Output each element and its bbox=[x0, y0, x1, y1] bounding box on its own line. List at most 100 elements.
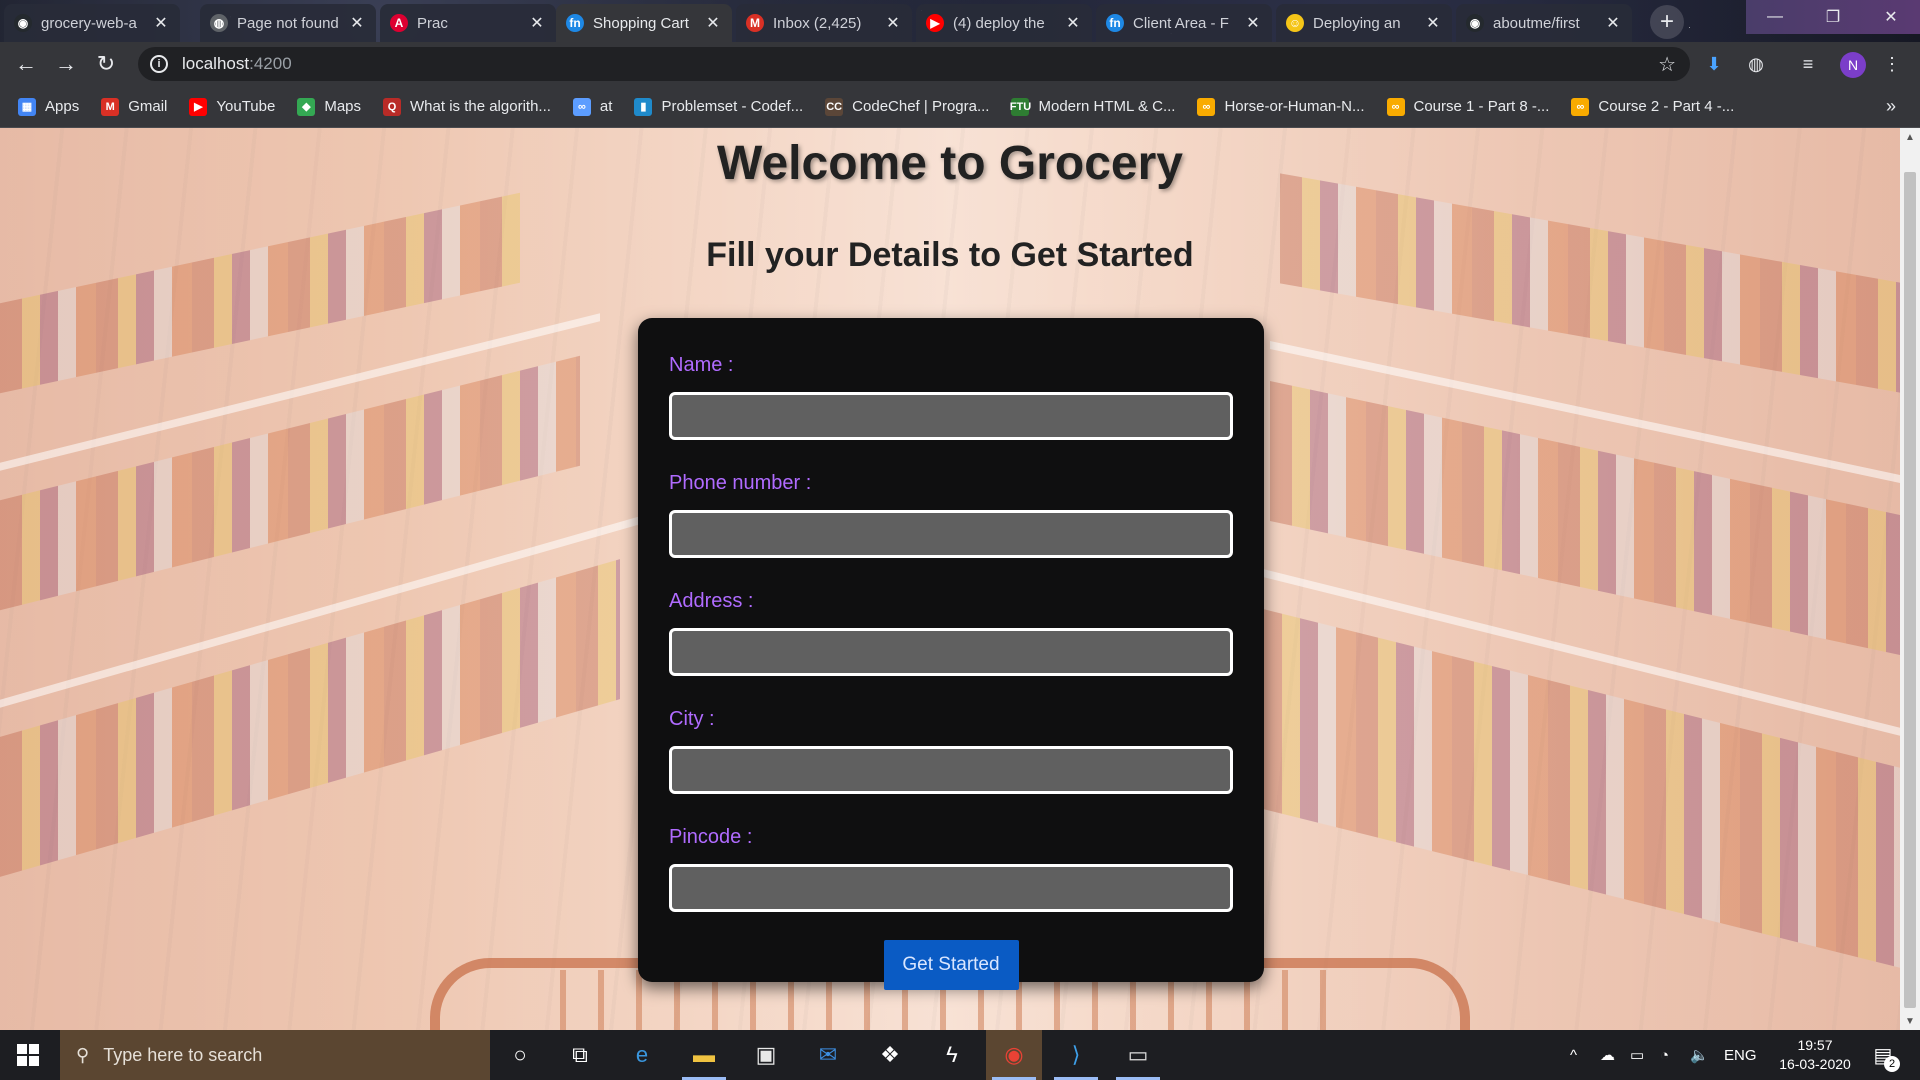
tab-close-icon[interactable]: ✕ bbox=[1064, 13, 1082, 33]
tab-close-icon[interactable]: ✕ bbox=[884, 13, 902, 33]
system-clock[interactable]: 19:57 16-03-2020 bbox=[1760, 1036, 1870, 1074]
page-scrollbar[interactable]: ▲ ▼ bbox=[1900, 128, 1920, 1030]
browser-tab[interactable]: ◉ aboutme/first ✕ bbox=[1456, 4, 1632, 42]
start-button[interactable] bbox=[0, 1030, 56, 1080]
tab-close-icon[interactable]: ✕ bbox=[348, 13, 366, 33]
infinity-icon: ∞ bbox=[572, 97, 591, 116]
tab-close-icon[interactable]: ✕ bbox=[152, 13, 170, 33]
store-icon[interactable]: ▣ bbox=[738, 1030, 794, 1080]
task-view-icon[interactable]: ⧉ bbox=[552, 1030, 608, 1080]
mail-icon[interactable]: ✉ bbox=[800, 1030, 856, 1080]
tray-chevron-icon[interactable]: ^ bbox=[1570, 1030, 1577, 1080]
download-extension-icon[interactable]: ⬇ bbox=[1700, 50, 1728, 78]
bookmarks-bar: ▦ Apps M Gmail ▶ YouTube ◆ Maps Q What is the alg… bbox=[0, 86, 1920, 128]
city-label: City : bbox=[669, 708, 715, 730]
github-icon: ◉ bbox=[14, 14, 32, 32]
browser-tab[interactable]: ◍ Page not found ✕ bbox=[200, 4, 376, 42]
fn-icon: fn bbox=[1106, 14, 1124, 32]
gmail-icon: M bbox=[101, 97, 120, 116]
tab-close-icon[interactable]: ✕ bbox=[1244, 13, 1262, 33]
notification-count-badge: 2 bbox=[1884, 1056, 1900, 1072]
chrome-icon[interactable]: ◉ bbox=[986, 1030, 1042, 1080]
name-input[interactable] bbox=[669, 392, 1233, 440]
address-label: Address : bbox=[669, 590, 754, 612]
bookmark-item[interactable]: M Gmail bbox=[101, 97, 167, 116]
get-started-button[interactable]: Get Started bbox=[883, 940, 1019, 990]
bookmark-label: Course 2 - Part 4 -... bbox=[1598, 98, 1735, 115]
notification-center-icon[interactable]: ▤ 2 bbox=[1868, 1040, 1900, 1072]
address-input[interactable] bbox=[669, 628, 1233, 676]
reload-icon[interactable]: ↻ bbox=[86, 46, 126, 82]
page-viewport: Welcome to Grocery Fill your Details to … bbox=[0, 128, 1900, 1030]
address-bar[interactable]: i localhost:4200 ☆ bbox=[138, 47, 1690, 81]
phone-number-field-group: Phone number : bbox=[669, 470, 1233, 558]
scrollbar-thumb[interactable] bbox=[1904, 172, 1916, 1008]
bookmark-item[interactable]: CC CodeChef | Progra... bbox=[825, 97, 990, 116]
tab-close-icon[interactable]: ✕ bbox=[704, 13, 722, 33]
bookmark-item[interactable]: ▦ Apps bbox=[18, 97, 79, 116]
profile-avatar[interactable]: N bbox=[1840, 52, 1866, 78]
browser-tab[interactable]: ◉ grocery-web-a ✕ bbox=[4, 4, 180, 42]
clock-time: 19:57 bbox=[1797, 1037, 1833, 1053]
city-field-group: City : bbox=[669, 706, 1233, 794]
browser-tab[interactable]: fn Shopping Cart ✕ bbox=[556, 4, 732, 42]
language-indicator[interactable]: ENG bbox=[1724, 1030, 1757, 1080]
cortana-icon[interactable]: ○ bbox=[492, 1030, 548, 1080]
volume-icon[interactable]: 🔈 bbox=[1690, 1030, 1709, 1080]
bookmarks-overflow-icon[interactable]: » bbox=[1886, 96, 1896, 117]
dropbox-icon[interactable]: ❖ bbox=[862, 1030, 918, 1080]
tab-close-icon[interactable]: ✕ bbox=[1604, 13, 1622, 33]
clock-date: 16-03-2020 bbox=[1779, 1056, 1851, 1072]
bookmark-label: Maps bbox=[324, 98, 362, 115]
bookmark-item[interactable]: ▮ Problemset - Codef... bbox=[634, 97, 803, 116]
tab-close-icon[interactable]: ✕ bbox=[528, 13, 546, 33]
forward-icon[interactable]: → bbox=[46, 46, 86, 82]
new-tab-button[interactable]: + bbox=[1650, 5, 1684, 39]
file-explorer-icon[interactable]: ▬ bbox=[676, 1030, 732, 1080]
wifi-icon[interactable]: ◔ bbox=[1660, 1030, 1669, 1080]
close-window-icon[interactable]: ✕ bbox=[1868, 0, 1914, 34]
bookmark-item[interactable]: ▶ YouTube bbox=[189, 97, 275, 116]
bookmark-item[interactable]: ◆ Maps bbox=[297, 97, 362, 116]
vscode-icon[interactable]: ⟩ bbox=[1048, 1030, 1104, 1080]
globe-extension-icon[interactable]: ◍ bbox=[1742, 50, 1770, 78]
taskbar-search-box[interactable]: ⚲ Type here to search bbox=[60, 1030, 490, 1080]
menu-kebab-icon[interactable]: ⋮ bbox=[1878, 50, 1906, 78]
browser-tab[interactable]: ☺ Deploying an ✕ bbox=[1276, 4, 1452, 42]
pincode-input[interactable] bbox=[669, 864, 1233, 912]
browser-tab[interactable]: A Prac ✕ bbox=[380, 4, 556, 42]
shelf-products-right-1 bbox=[1280, 173, 1900, 393]
ftu-icon: FTU bbox=[1010, 97, 1031, 116]
gmail-icon: M bbox=[746, 14, 764, 32]
bookmark-item[interactable]: ∞ at bbox=[572, 97, 612, 116]
lightning-app-icon[interactable]: ϟ bbox=[924, 1030, 980, 1080]
bookmark-item[interactable]: ∞ Course 2 - Part 4 -... bbox=[1571, 97, 1735, 116]
site-info-icon[interactable]: i bbox=[150, 55, 168, 73]
page-title: Welcome to Grocery bbox=[717, 137, 1183, 190]
bookmark-item[interactable]: Q What is the algorith... bbox=[383, 97, 551, 116]
city-input[interactable] bbox=[669, 746, 1233, 794]
onedrive-icon[interactable]: ☁ bbox=[1600, 1030, 1615, 1080]
media-control-icon[interactable]: ≡ bbox=[1794, 50, 1822, 78]
battery-icon[interactable]: ▭ bbox=[1630, 1030, 1644, 1080]
minimize-icon[interactable]: — bbox=[1752, 0, 1798, 34]
browser-tab[interactable]: fn Client Area - F ✕ bbox=[1096, 4, 1272, 42]
bookmark-label: CodeChef | Progra... bbox=[852, 98, 990, 115]
edge-icon[interactable]: e bbox=[614, 1030, 670, 1080]
bookmark-star-icon[interactable]: ☆ bbox=[1658, 52, 1676, 77]
tab-close-icon[interactable]: ✕ bbox=[1424, 13, 1442, 33]
browser-tab[interactable]: M Inbox (2,425) ✕ bbox=[736, 4, 912, 42]
back-icon[interactable]: ← bbox=[6, 46, 46, 82]
terminal-icon[interactable]: ▭ bbox=[1110, 1030, 1166, 1080]
restore-icon[interactable]: ❐ bbox=[1810, 0, 1856, 34]
bookmark-item[interactable]: ∞ Course 1 - Part 8 -... bbox=[1386, 97, 1549, 116]
tab-title: Prac bbox=[417, 14, 448, 32]
bookmark-item[interactable]: FTU Modern HTML & C... bbox=[1010, 97, 1175, 116]
scroll-up-arrow-icon[interactable]: ▲ bbox=[1900, 128, 1920, 146]
angular-icon: A bbox=[390, 14, 408, 32]
bookmark-item[interactable]: ∞ Horse-or-Human-N... bbox=[1197, 97, 1365, 116]
tab-strip: ◉ grocery-web-a ✕ ◍ Page not found ✕ A Prac ✕ fn S… bbox=[0, 0, 1920, 42]
scroll-down-arrow-icon[interactable]: ▼ bbox=[1900, 1012, 1920, 1030]
browser-tab[interactable]: ▶ (4) deploy the ✕ bbox=[916, 4, 1092, 42]
phone-number-input[interactable] bbox=[669, 510, 1233, 558]
